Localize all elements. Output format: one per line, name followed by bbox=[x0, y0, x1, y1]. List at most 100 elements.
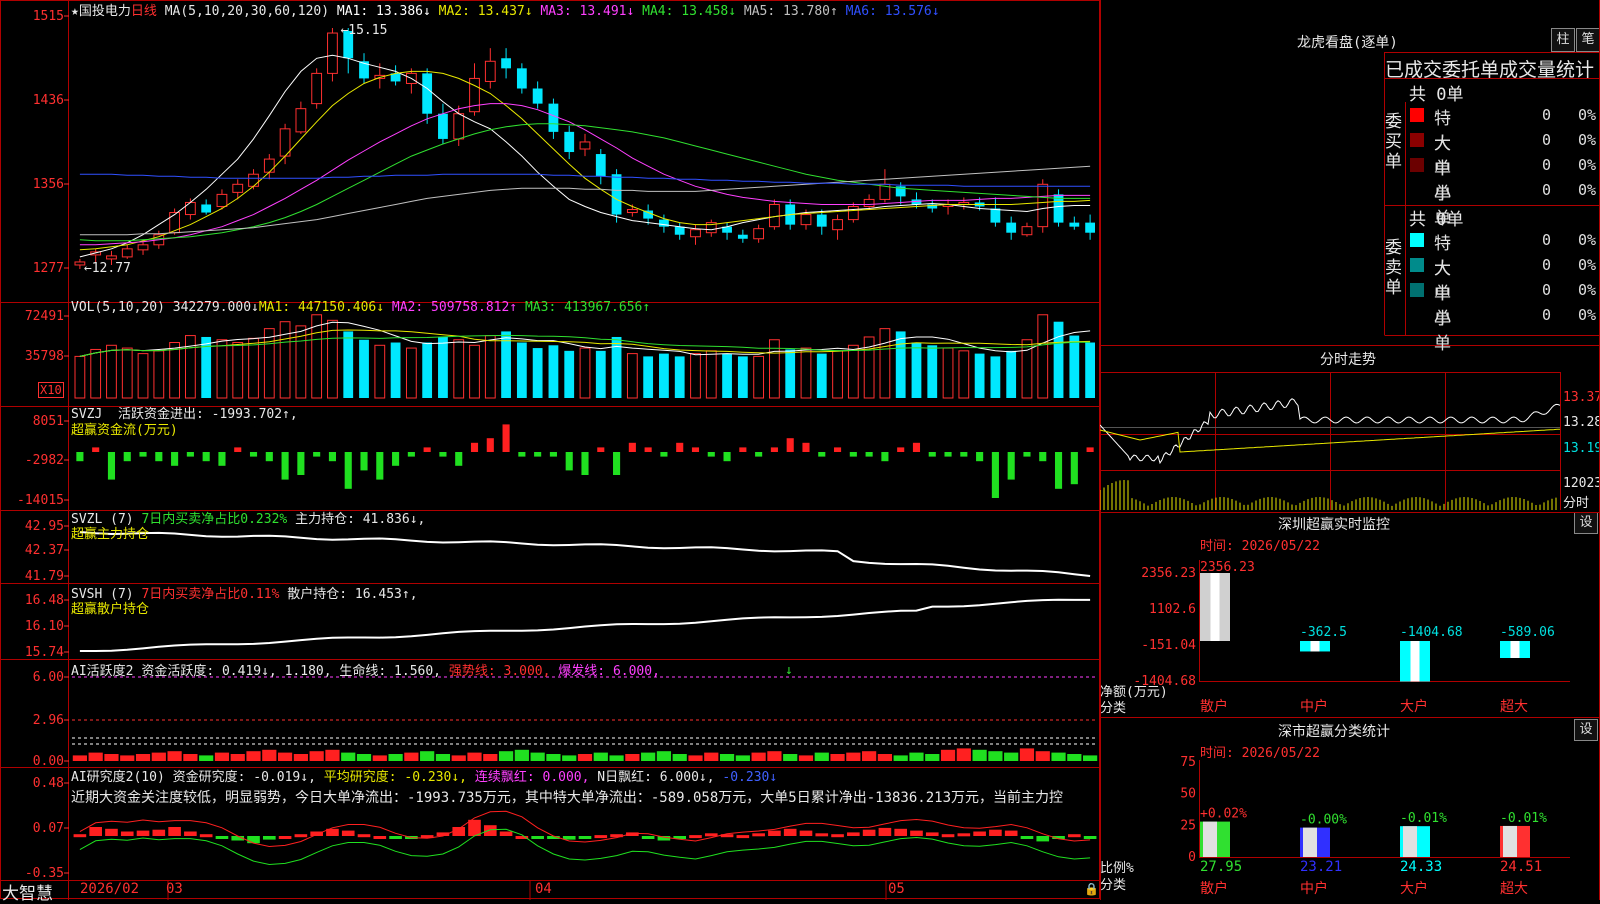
ai1-value2: 1.180, bbox=[284, 664, 332, 679]
candle-body-down bbox=[611, 174, 622, 215]
svzj-bar bbox=[676, 442, 684, 452]
ai1-bar bbox=[972, 749, 987, 761]
ma3-label: MA3: 13.491↓ bbox=[540, 4, 635, 19]
vol-bar-up bbox=[832, 350, 843, 399]
ai2-bar bbox=[973, 831, 986, 836]
buy-count: 0 bbox=[1542, 106, 1552, 124]
vol-y-tick: 35798 bbox=[25, 349, 64, 364]
vol-bar-up bbox=[847, 344, 859, 399]
ai2-bar bbox=[752, 833, 765, 837]
classify-bar-pct: -0.00% bbox=[1300, 813, 1347, 828]
stock-name[interactable]: 国投电力 bbox=[79, 4, 131, 19]
ai1-bar bbox=[388, 754, 403, 761]
ai1-bar bbox=[120, 755, 135, 761]
candle-body-up bbox=[453, 113, 465, 140]
candle-body-down bbox=[438, 113, 448, 139]
bar-mode-button[interactable]: 柱 bbox=[1551, 28, 1575, 52]
candle-body-up bbox=[232, 183, 244, 193]
svzj-bar bbox=[613, 452, 621, 475]
chart-frame bbox=[0, 0, 1100, 899]
svzj-bar bbox=[297, 452, 305, 475]
svzl-line bbox=[79, 531, 1091, 577]
vol-bar-down bbox=[737, 356, 748, 398]
svzj-bar bbox=[123, 452, 131, 462]
ai2-research: 资金研究度: -0.019↓, bbox=[172, 770, 316, 785]
ai1-bar bbox=[1051, 752, 1066, 761]
candle-body-down bbox=[737, 234, 748, 239]
svzj-bar bbox=[486, 438, 494, 452]
candle-body-down bbox=[564, 131, 575, 153]
svzj-bar bbox=[171, 452, 179, 466]
star-icon: ★ bbox=[71, 4, 79, 19]
classify-settings-button[interactable]: 设 bbox=[1574, 719, 1598, 741]
ai1-y-tick: 0.00 bbox=[33, 754, 64, 769]
ai2-bar bbox=[847, 832, 860, 836]
fenshi-avg-line bbox=[1100, 428, 1561, 453]
candle-body-up bbox=[753, 228, 765, 240]
ai1-bar bbox=[214, 752, 230, 761]
ai1-bar bbox=[909, 752, 924, 761]
ai1-y-tick: 6.00 bbox=[33, 670, 64, 685]
candle-body-down bbox=[422, 73, 433, 114]
vol-bar-down bbox=[643, 356, 654, 398]
svzj-bar bbox=[1054, 452, 1063, 489]
ai1-bar bbox=[230, 754, 245, 761]
candle-body-down bbox=[548, 103, 559, 132]
ai1-bar bbox=[546, 754, 561, 761]
vol-bar-up bbox=[1037, 314, 1049, 399]
svzj-bar bbox=[234, 447, 242, 452]
ai1-bar bbox=[514, 749, 529, 761]
buy-name: 小单 bbox=[1434, 184, 1451, 229]
vol-bar-up bbox=[484, 335, 496, 399]
ai2-bar bbox=[689, 835, 702, 839]
svzj-bar bbox=[502, 424, 510, 452]
svzj-bar bbox=[344, 452, 352, 489]
vol-bar-down bbox=[816, 353, 827, 398]
ai1-burst: 爆发线: 6.000, bbox=[558, 664, 660, 679]
vol-bar-up bbox=[626, 353, 638, 399]
ai2-bar bbox=[594, 835, 608, 839]
candle-body-up bbox=[311, 72, 323, 105]
ai2-bar bbox=[562, 836, 576, 840]
period-label[interactable]: 日线 bbox=[131, 4, 157, 19]
svzj-bar bbox=[1039, 452, 1047, 462]
candle-body-down bbox=[1069, 222, 1080, 227]
ai1-bar bbox=[530, 752, 545, 761]
ai1-bar bbox=[356, 754, 372, 761]
svsh-y-tick: 15.74 bbox=[25, 645, 64, 660]
ai1-bar bbox=[325, 749, 340, 761]
monitor-bar-highlight bbox=[1410, 641, 1420, 682]
ai2-bar bbox=[641, 836, 655, 839]
classify-bar-highlight bbox=[1203, 821, 1217, 857]
kline-chart-area[interactable]: 1515 1436 1356 1277 ←15.15 ←12.77 72491 35798 80… bbox=[0, 0, 1100, 900]
high-price-label: ←15.15 bbox=[340, 23, 387, 38]
vol-bar-up bbox=[106, 344, 117, 399]
lhb-title: 龙虎看盘(逐单) bbox=[1297, 35, 1398, 51]
vol-bar-down bbox=[1006, 350, 1017, 398]
vol-header: VOL(5,10,20) 342279.000↓MA1: 447150.406↓… bbox=[71, 300, 650, 315]
ai1-bar bbox=[72, 755, 87, 761]
ai2-bar bbox=[184, 831, 197, 836]
svzl-ratio: 7日内买卖净占比0.232% bbox=[141, 512, 288, 527]
ai2-bar bbox=[389, 836, 402, 839]
svzj-bar bbox=[249, 452, 258, 457]
fenshi-price-line bbox=[1100, 398, 1561, 465]
vol-bar-down bbox=[895, 331, 906, 398]
candle-body-down bbox=[501, 58, 511, 69]
svzj-bar bbox=[534, 452, 542, 457]
classify-y-tick: 50 bbox=[1180, 787, 1196, 802]
buy-total: 共 0单 bbox=[1409, 85, 1464, 105]
ai1-bar bbox=[1035, 751, 1050, 761]
lock-icon[interactable]: 🔒 bbox=[1084, 882, 1099, 896]
sell-name: 小单 bbox=[1434, 309, 1451, 354]
ai2-avg: 平均研究度: -0.230↓, bbox=[323, 770, 468, 785]
candle-body-down bbox=[816, 214, 827, 227]
vol-bar-down bbox=[548, 345, 559, 398]
monitor-settings-button[interactable]: 设 bbox=[1574, 512, 1598, 534]
tick-mode-button[interactable]: 笔 bbox=[1576, 28, 1600, 52]
buy-count: 0 bbox=[1542, 181, 1552, 199]
ai2-bar bbox=[89, 827, 102, 836]
fenshi-title: 分时走势 bbox=[1320, 352, 1376, 368]
main-y-tick: 1436 bbox=[33, 93, 64, 108]
buy-percent: 0% bbox=[1578, 131, 1597, 149]
